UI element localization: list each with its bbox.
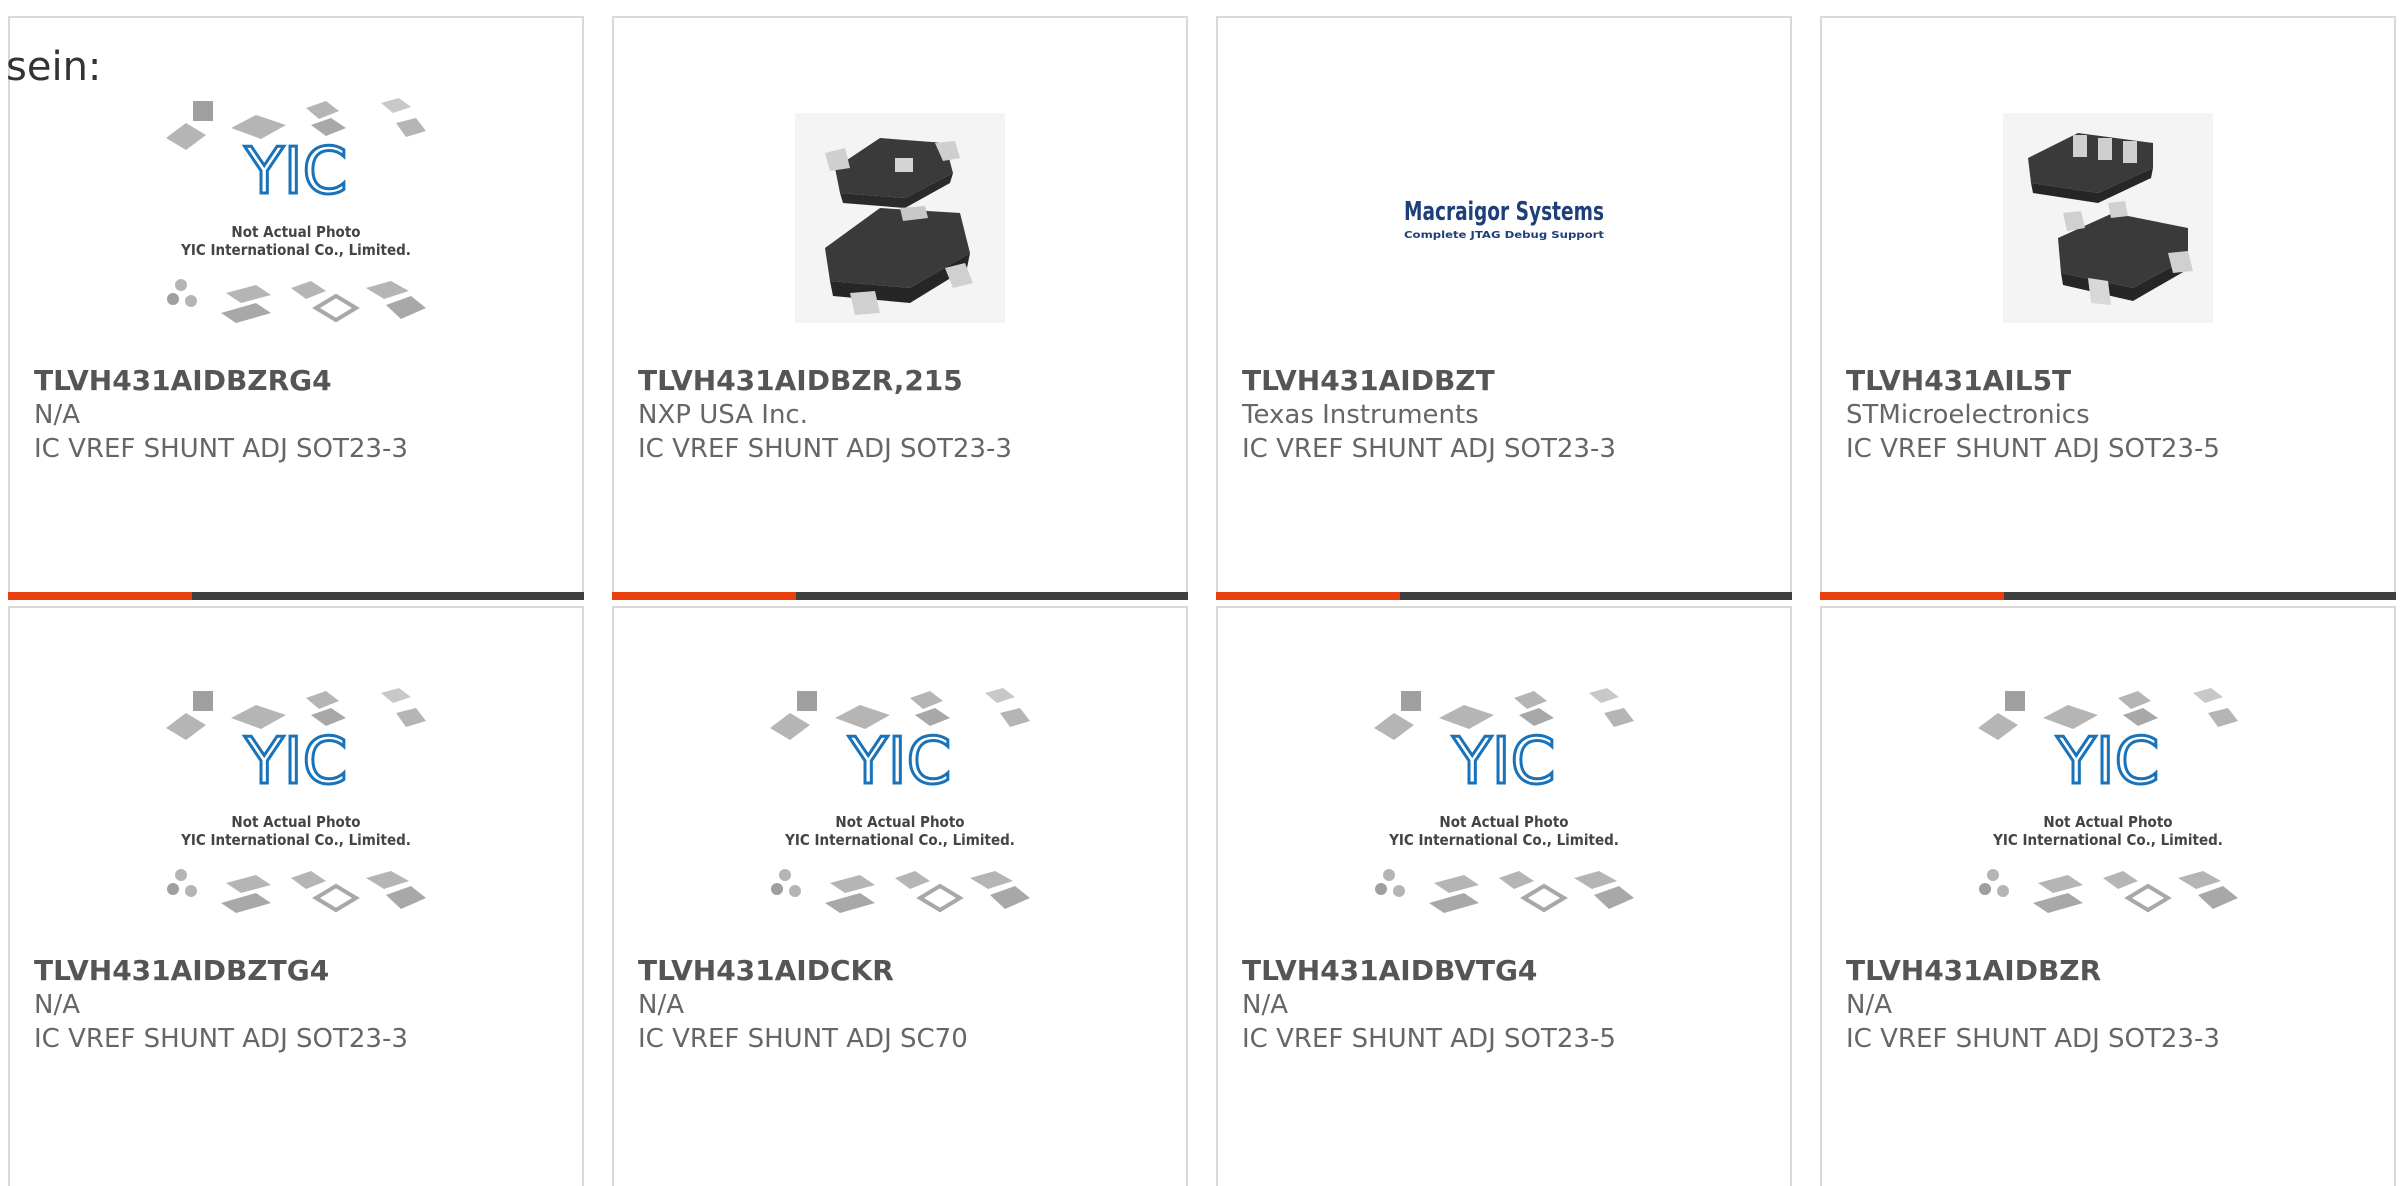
product-image: YIC Not Actual Photo YIC International C… — [614, 663, 1186, 953]
svg-text:YIC International Co., Limited: YIC International Co., Limited. — [1388, 831, 1619, 849]
product-manufacturer: Texas Instruments — [1242, 400, 1479, 430]
product-part-number[interactable]: TLVH431AIDBZRG4 — [34, 364, 562, 398]
placeholder-logo-image: YIC Not Actual Photo YIC International C… — [1374, 688, 1634, 913]
product-part-number[interactable]: TLVH431AIDBZTG4 — [34, 954, 562, 988]
svg-text:YIC: YIC — [848, 725, 952, 799]
placeholder-logo-image: YIC Not Actual Photo YIC International C… — [166, 98, 426, 323]
product-description: IC VREF SHUNT ADJ SOT23-3 — [1242, 434, 1616, 464]
product-card[interactable]: YIC Not Actual Photo YIC International C… — [612, 606, 1188, 1186]
product-description: IC VREF SHUNT ADJ SOT23-3 — [34, 1024, 408, 1054]
svg-text:YIC: YIC — [244, 135, 348, 209]
product-part-number[interactable]: TLVH431AIL5T — [1846, 364, 2374, 398]
product-image: Macraigor Systems Complete JTAG Debug Su… — [1218, 73, 1790, 363]
placeholder-logo-image: YIC Not Actual Photo YIC International C… — [166, 688, 426, 913]
product-manufacturer: N/A — [34, 990, 80, 1020]
product-description: IC VREF SHUNT ADJ SOT23-5 — [1846, 434, 2220, 464]
svg-text:YIC: YIC — [2056, 725, 2160, 799]
product-part-number[interactable]: TLVH431AIDBVTG4 — [1242, 954, 1770, 988]
svg-text:YIC: YIC — [244, 725, 348, 799]
product-image: YIC Not Actual Photo YIC International C… — [1822, 663, 2394, 953]
product-card[interactable]: YIC Not Actual Photo YIC International C… — [8, 606, 584, 1186]
product-part-number[interactable]: TLVH431AIDBZR — [1846, 954, 2374, 988]
product-manufacturer: N/A — [1846, 990, 1892, 1020]
card-accent-bar — [612, 592, 1188, 600]
product-manufacturer: N/A — [1242, 990, 1288, 1020]
product-image — [614, 73, 1186, 363]
product-card[interactable]: TLVH431AIDBZR,215 NXP USA Inc. IC VREF S… — [612, 16, 1188, 600]
placeholder-logo-image: YIC Not Actual Photo YIC International C… — [1978, 688, 2238, 913]
svg-text:Complete JTAG Debug Support: Complete JTAG Debug Support — [1404, 230, 1604, 241]
product-description: IC VREF SHUNT ADJ SOT23-3 — [34, 434, 408, 464]
product-part-number[interactable]: TLVH431AIDCKR — [638, 954, 1166, 988]
sot23-5-package-image — [2003, 113, 2213, 323]
product-card[interactable]: YIC Not Actual Photo YIC International C… — [1820, 606, 2396, 1186]
svg-text:Not Actual Photo: Not Actual Photo — [835, 813, 964, 831]
svg-text:Not Actual Photo: Not Actual Photo — [1439, 813, 1568, 831]
svg-text:YIC International Co., Limited: YIC International Co., Limited. — [180, 831, 411, 849]
svg-text:Not Actual Photo: Not Actual Photo — [231, 223, 360, 241]
svg-text:YIC: YIC — [1452, 725, 1556, 799]
brand-logo-image: Macraigor Systems Complete JTAG Debug Su… — [1404, 197, 1604, 241]
product-manufacturer: N/A — [638, 990, 684, 1020]
product-card[interactable]: Macraigor Systems Complete JTAG Debug Su… — [1216, 16, 1792, 600]
product-manufacturer: NXP USA Inc. — [638, 400, 808, 430]
svg-text:YIC International Co., Limited: YIC International Co., Limited. — [180, 241, 411, 259]
product-card[interactable]: YIC Not Actual Photo YIC International C… — [1216, 606, 1792, 1186]
product-description: IC VREF SHUNT ADJ SC70 — [638, 1024, 968, 1054]
product-manufacturer: N/A — [34, 400, 80, 430]
product-image: YIC Not Actual Photo YIC International C… — [10, 663, 582, 953]
svg-text:Not Actual Photo: Not Actual Photo — [231, 813, 360, 831]
card-accent-bar — [1820, 592, 2396, 600]
product-description: IC VREF SHUNT ADJ SOT23-5 — [1242, 1024, 1616, 1054]
product-manufacturer: STMicroelectronics — [1846, 400, 2090, 430]
product-card[interactable]: YIC Not Actual Photo YIC International C… — [8, 16, 584, 600]
card-accent-bar — [8, 592, 584, 600]
card-accent-bar — [1216, 592, 1792, 600]
svg-text:YIC International Co., Limited: YIC International Co., Limited. — [1992, 831, 2223, 849]
lead-text: sein: — [6, 44, 102, 90]
product-description: IC VREF SHUNT ADJ SOT23-3 — [638, 434, 1012, 464]
product-part-number[interactable]: TLVH431AIDBZR,215 — [638, 364, 1166, 398]
product-card[interactable]: TLVH431AIL5T STMicroelectronics IC VREF … — [1820, 16, 2396, 600]
sot23-3-package-image — [795, 113, 1005, 323]
svg-text:Not Actual Photo: Not Actual Photo — [2043, 813, 2172, 831]
placeholder-logo-image: YIC Not Actual Photo YIC International C… — [770, 688, 1030, 913]
svg-text:YIC International Co., Limited: YIC International Co., Limited. — [784, 831, 1015, 849]
product-image: YIC Not Actual Photo YIC International C… — [1218, 663, 1790, 953]
product-part-number[interactable]: TLVH431AIDBZT — [1242, 364, 1770, 398]
product-image — [1822, 73, 2394, 363]
product-description: IC VREF SHUNT ADJ SOT23-3 — [1846, 1024, 2220, 1054]
svg-text:Macraigor Systems: Macraigor Systems — [1404, 197, 1604, 227]
product-image: YIC Not Actual Photo YIC International C… — [10, 73, 582, 363]
